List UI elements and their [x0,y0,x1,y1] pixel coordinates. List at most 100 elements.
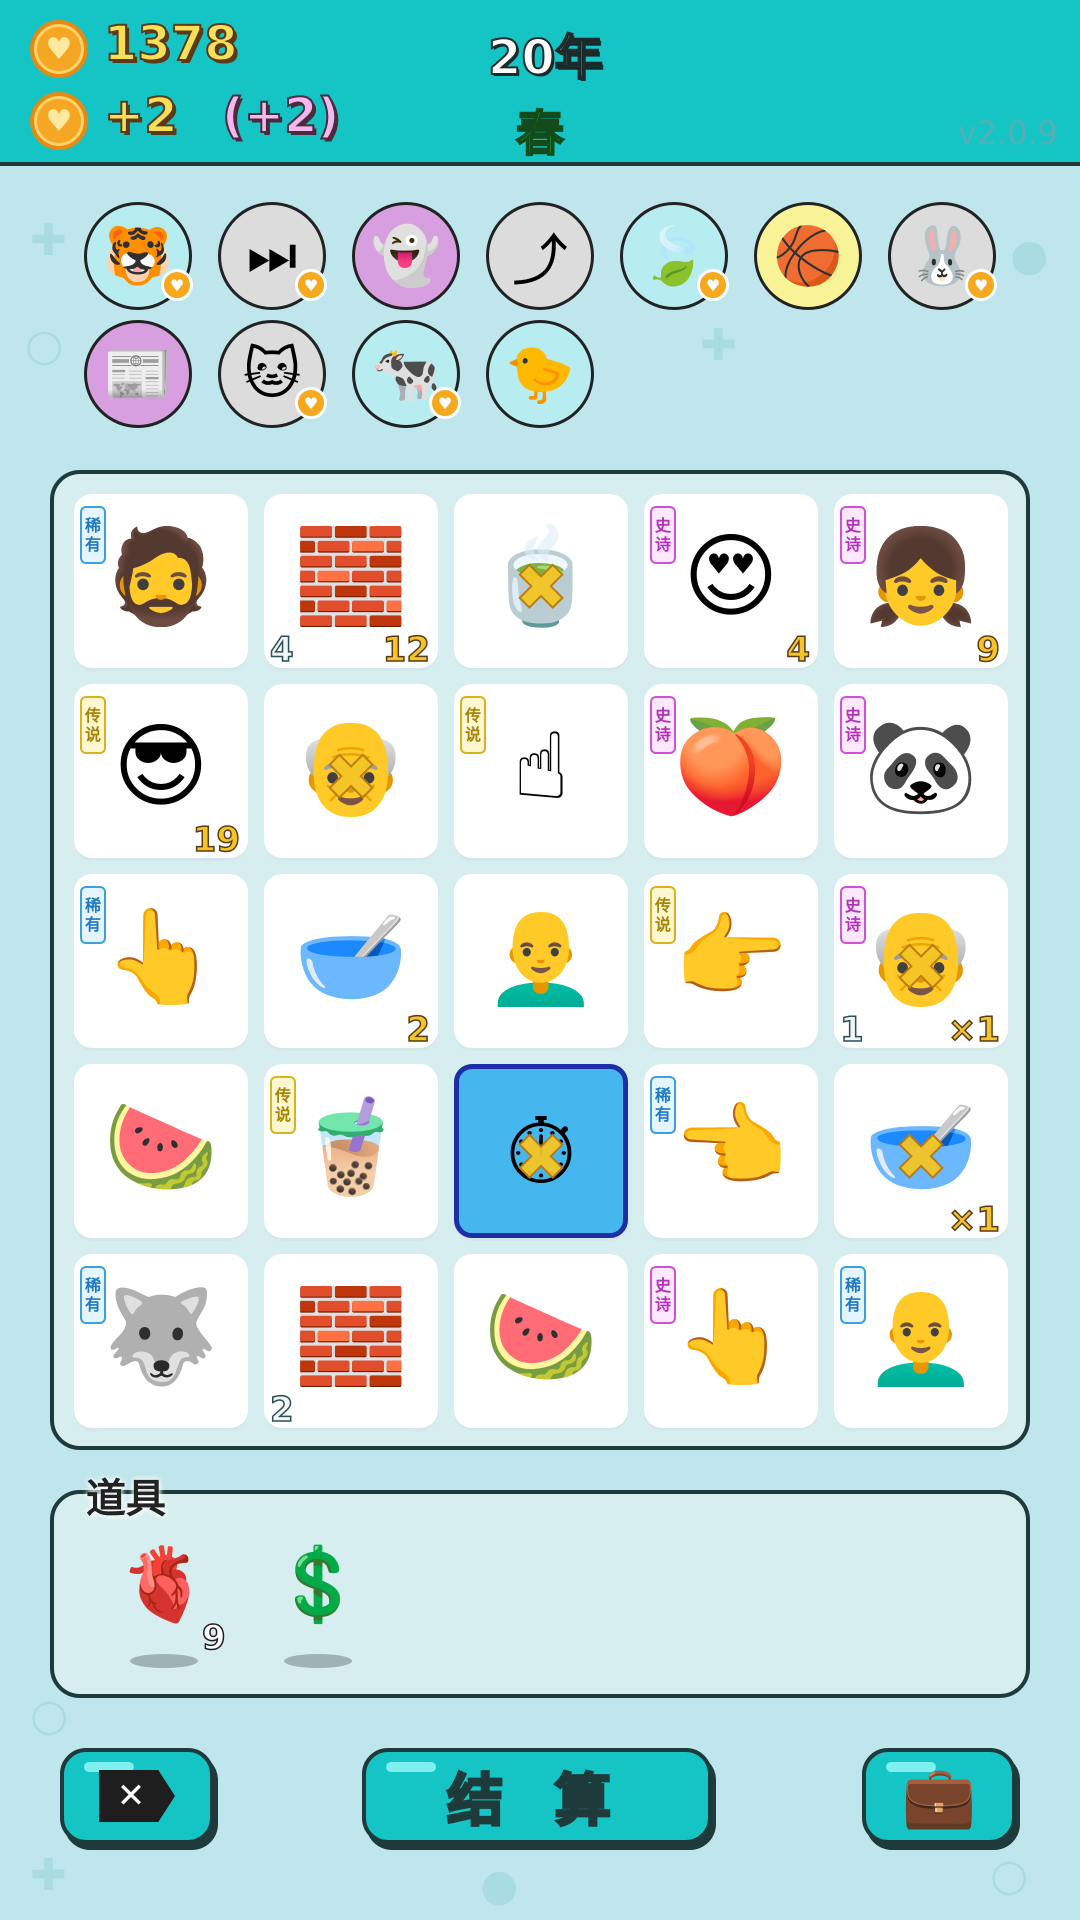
slot-rapper-man[interactable]: 🧔 稀有 [74,494,248,668]
top-status-bar: ♥ 1378 ♥ +2 (+2) 20年 春 v2.0.9 [0,0,1080,166]
counter-left: 1 [839,1009,864,1051]
slot-bald-man[interactable]: 👨‍🦲 稀有 [834,1254,1008,1428]
counter-right: ×1 [947,1009,1001,1051]
slot-braid-girl[interactable]: 👧 史诗 9 [834,494,1008,671]
slot-pointing-right-hand[interactable]: 👉 传说 [644,874,818,1048]
slot-pointing-up-hand[interactable]: ☝ 传说 [454,684,628,858]
slot-bald-old-man[interactable]: 👨‍🦲 [454,874,628,1048]
remove-mark-icon: ✖ [323,740,379,816]
rarity-badge: 传说 [650,886,676,944]
bg-decoration: ○ [25,320,64,371]
watermelon-icon: 🍉 [103,1093,219,1200]
tea-bowl-icon: 🥣 [293,903,409,1010]
rabbit-buff[interactable]: 🐰 ♥ [888,202,997,310]
heart-coin-icon: ♥ [30,92,88,150]
remove-mark-icon: ✖ [893,1120,949,1196]
remove-mark-icon: ✖ [893,930,949,1006]
leaf-buff[interactable]: 🍃 ♥ [620,202,729,310]
slot-board: 🧔 稀有 🧱 4 12 🍵 ✖ 😍 史诗 4 👧 史诗 9 😎 传说 19 👴 ✖ ☝ 传说 🍑 史诗 🐼 史诗 👆 稀有 🥣 2 👨‍… [50,470,1030,1450]
remove-mark-icon: ✖ [513,550,569,626]
redirect-arrow-buff[interactable]: ⤴ [486,202,594,310]
settle-label: 结 算 [446,1767,627,1835]
slot-husky-dog[interactable]: 🐺 稀有 [74,1254,248,1428]
heart-badge-icon: ♥ [697,269,729,301]
heart-badge-icon: ♥ [295,387,327,419]
skip-buff-icon: ⏭ [246,223,298,288]
twin-cats-buff[interactable]: 🐱 ♥ [218,320,327,428]
rarity-badge: 史诗 [840,886,866,944]
time-magazine-buff[interactable]: 📰 [84,320,192,428]
slot-brown-pointing-hand[interactable]: 👆 稀有 [74,874,248,1048]
time-magazine-buff-icon: 📰 [103,342,173,407]
cow-pair-buff[interactable]: 🐄 ♥ [352,320,461,428]
bg-decoration: ● [1010,230,1049,281]
counter-right: ×1 [947,1199,1001,1241]
rarity-badge: 稀有 [650,1076,676,1134]
prop-shadow [130,1654,198,1668]
rarity-badge: 史诗 [650,1266,676,1324]
bg-decoration: ● [480,1860,519,1911]
slot-brown-left-hand[interactable]: 👈 稀有 [644,1064,818,1238]
counter-left: 2 [269,1389,294,1431]
slot-heart-eyes-man[interactable]: 😍 史诗 4 [644,494,818,671]
bg-decoration: ✚ [700,320,737,371]
dollar-coin-prop[interactable]: 💲 [268,1534,368,1634]
bg-decoration: ✚ [30,215,67,266]
chicken-egg-buff[interactable]: 🐤 [486,320,594,428]
inventory-button[interactable]: 💼 [862,1748,1016,1844]
slot-peach[interactable]: 🍑 史诗 [644,684,818,858]
close-button[interactable]: ✕ [60,1748,214,1844]
counter-right: 2 [406,1009,431,1051]
slot-milk-tea[interactable]: 🧋 传说 [264,1064,438,1238]
slot-grey-pointing-hand[interactable]: 👆 史诗 [644,1254,818,1428]
counter-right: 19 [192,819,241,861]
rarity-badge: 稀有 [80,1266,106,1324]
slot-tea-bowl[interactable]: 🥣 2 [264,874,438,1051]
rarity-badge: 稀有 [840,1266,866,1324]
basketballs-buff[interactable]: 🏀 [754,202,862,310]
slot-sunglasses-man[interactable]: 😎 传说 19 [74,684,248,861]
heart-badge-icon: ♥ [429,387,461,419]
remove-mark-icon: ✖ [513,1120,569,1196]
counter-right: 12 [382,629,431,671]
heart-badge-icon: ♥ [161,269,193,301]
slot-tea-bag[interactable]: 🍵 ✖ [454,494,628,668]
slot-watermelon[interactable]: 🍉 [454,1254,628,1428]
slot-panda[interactable]: 🐼 史诗 [834,684,1008,858]
rarity-badge: 传说 [270,1076,296,1134]
chicken-egg-buff-icon: 🐤 [505,342,575,407]
watermelon-icon: 🍉 [483,1283,599,1390]
bg-decoration: ✚ [30,1850,67,1901]
rarity-badge: 稀有 [80,506,106,564]
slot-old-man-frown[interactable]: 👴 史诗 ✖ 1 ×1 [834,874,1008,1051]
slot-old-man-glasses[interactable]: 👴 ✖ [264,684,438,858]
slot-soup-bowl[interactable]: 🥣 ✖ ×1 [834,1064,1008,1241]
heart-coin-icon: ♥ [30,20,88,78]
skip-buff[interactable]: ⏭ ♥ [218,202,327,310]
slot-watermelon[interactable]: 🍉 [74,1064,248,1238]
rarity-badge: 史诗 [840,506,866,564]
close-icon: ✕ [99,1770,175,1822]
bald-old-man-icon: 👨‍🦲 [483,903,599,1010]
prop-shadow [284,1654,352,1668]
rarity-badge: 传说 [460,696,486,754]
ghost-talisman-buff[interactable]: 👻 [352,202,460,310]
counter-left: 4 [269,629,294,671]
tiger-cat-buff[interactable]: 🐯 ♥ [84,202,193,310]
slot-silver-bars[interactable]: 🧱 2 [264,1254,438,1431]
slot-silver-bars[interactable]: 🧱 4 12 [264,494,438,671]
bg-decoration: ○ [990,1850,1029,1901]
props-title: 道具 [86,1476,166,1522]
rarity-badge: 史诗 [650,696,676,754]
prop-count: 9 [201,1617,226,1659]
button-gloss [386,1762,436,1772]
slot-stopwatch[interactable]: ⏱ ✖ [454,1064,628,1238]
season-label: 春 [515,105,565,163]
counter-right: 9 [976,629,1001,671]
bg-decoration: ○ [30,1690,69,1741]
redirect-arrow-buff-icon: ⤴ [512,228,568,294]
settle-button[interactable]: 结 算 [362,1748,712,1844]
heart-badge-icon: ♥ [965,269,997,301]
rarity-badge: 史诗 [650,506,676,564]
liver-prop[interactable]: 🫀 [114,1534,214,1634]
